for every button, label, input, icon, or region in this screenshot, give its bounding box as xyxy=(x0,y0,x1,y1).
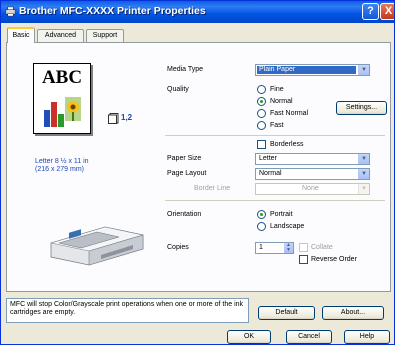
portrait-radio[interactable] xyxy=(257,210,266,219)
close-button[interactable]: X xyxy=(380,3,394,20)
media-type-label: Media Type xyxy=(167,66,204,73)
preview-sample-text: ABC xyxy=(41,67,83,88)
printer-properties-window: Brother MFC-XXXX Printer Properties ? X … xyxy=(0,0,395,345)
tab-basic[interactable]: Basic xyxy=(7,27,35,43)
tab-support[interactable]: Support xyxy=(86,29,124,42)
paper-size-value: Letter xyxy=(259,155,277,162)
printer-icon xyxy=(5,6,16,17)
paper-info-line1: Letter 8 ½ x 11 in xyxy=(35,158,89,165)
media-type-select[interactable]: Plain Paper ▼ xyxy=(255,64,370,76)
copies-value: 1 xyxy=(259,244,263,251)
border-line-select: None ▼ xyxy=(255,183,370,195)
preview-image xyxy=(44,97,81,127)
pages-per-sheet: 1,2 xyxy=(121,113,133,122)
borderless-checkbox[interactable] xyxy=(257,140,266,149)
borderless-label: Borderless xyxy=(270,141,304,148)
pages-icon xyxy=(108,113,119,124)
ink-warning-message: MFC will stop Color/Grayscale print oper… xyxy=(6,298,249,323)
chevron-down-icon[interactable]: ▼ xyxy=(358,154,369,164)
paper-info-line2: (216 x 279 mm) xyxy=(35,166,85,173)
divider xyxy=(165,135,385,136)
help-button[interactable]: Help xyxy=(344,330,390,344)
quality-normal-radio[interactable] xyxy=(257,97,266,106)
border-line-value: None xyxy=(302,185,319,192)
page-layout-value: Normal xyxy=(259,170,282,177)
paper-preview: ABC xyxy=(33,63,91,134)
paper-size-label: Paper Size xyxy=(167,155,202,162)
tab-advanced[interactable]: Advanced xyxy=(37,29,84,42)
divider xyxy=(165,200,385,201)
title-bar[interactable]: Brother MFC-XXXX Printer Properties ? X xyxy=(1,1,394,23)
chevron-down-icon[interactable]: ▼ xyxy=(358,65,369,75)
reverse-order-checkbox[interactable] xyxy=(299,255,308,264)
reverse-order-label: Reverse Order xyxy=(311,256,357,263)
copies-label: Copies xyxy=(167,244,189,251)
basic-tab-panel: ABC 1,2 Letter 8 ½ x 11 in (216 x 279 mm… xyxy=(6,42,391,292)
spin-arrows-icon[interactable]: ▲ ▼ xyxy=(284,243,293,253)
chevron-down-icon[interactable]: ▼ xyxy=(358,169,369,179)
landscape-radio[interactable] xyxy=(257,222,266,231)
cancel-button[interactable]: Cancel xyxy=(286,330,332,344)
collate-label: Collate xyxy=(311,244,333,251)
portrait-label: Portrait xyxy=(270,211,293,218)
quality-fine-label: Fine xyxy=(270,86,284,93)
window-title: Brother MFC-XXXX Printer Properties xyxy=(19,5,206,17)
about-button[interactable]: About... xyxy=(322,306,384,320)
quality-normal-label: Normal xyxy=(270,98,293,105)
landscape-label: Landscape xyxy=(270,223,305,230)
quality-fine-radio[interactable] xyxy=(257,85,266,94)
default-button[interactable]: Default xyxy=(258,306,315,320)
media-type-value: Plain Paper xyxy=(257,66,356,74)
quality-fast-normal-radio[interactable] xyxy=(257,109,266,118)
quality-fast-normal-label: Fast Normal xyxy=(270,110,309,117)
quality-fast-radio[interactable] xyxy=(257,121,266,130)
ok-button[interactable]: OK xyxy=(227,330,271,344)
paper-size-select[interactable]: Letter ▼ xyxy=(255,153,370,165)
help-title-button[interactable]: ? xyxy=(362,3,379,20)
orientation-label: Orientation xyxy=(167,211,202,218)
quality-label: Quality xyxy=(167,86,189,93)
page-layout-label: Page Layout xyxy=(167,170,207,177)
quality-fast-label: Fast xyxy=(270,122,284,129)
page-layout-select[interactable]: Normal ▼ xyxy=(255,168,370,180)
settings-button[interactable]: Settings... xyxy=(336,101,387,115)
collate-checkbox xyxy=(299,243,308,252)
copies-stepper[interactable]: 1 ▲ ▼ xyxy=(255,242,294,254)
border-line-label: Border Line xyxy=(194,185,231,192)
printer-illustration xyxy=(50,226,144,266)
chevron-down-icon: ▼ xyxy=(358,184,369,194)
